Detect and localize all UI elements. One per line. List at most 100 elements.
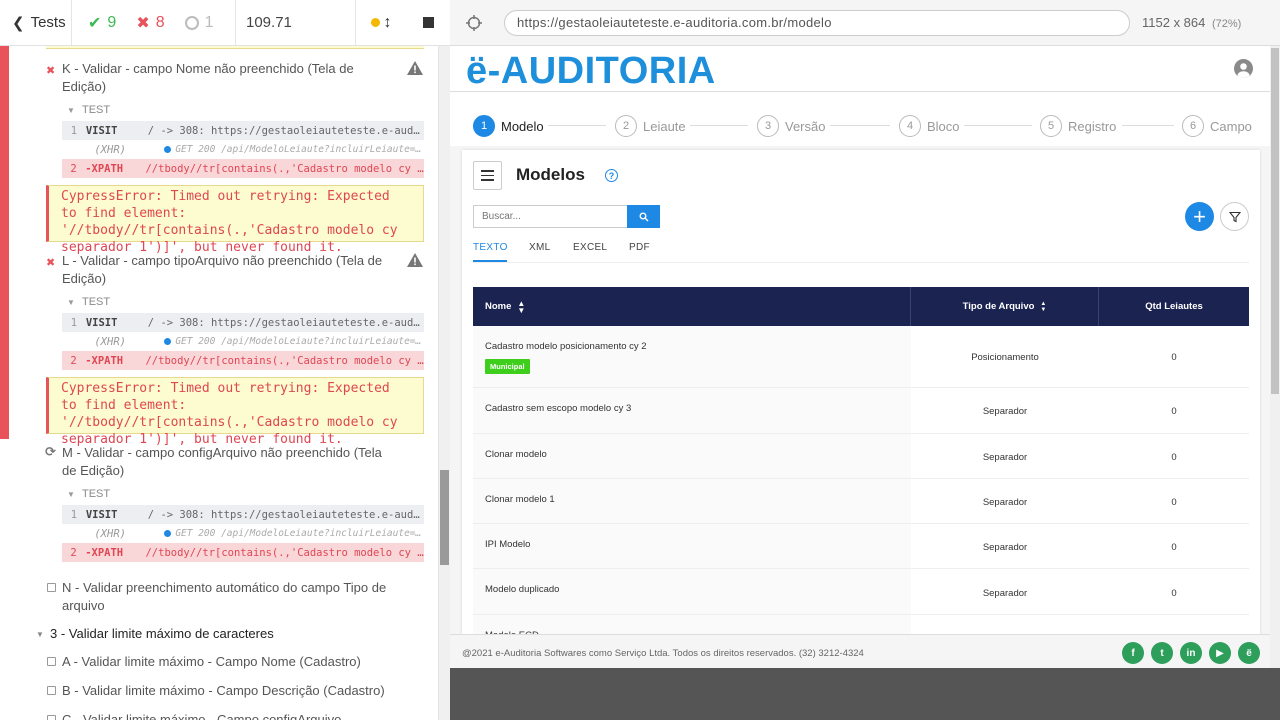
test-label: TEST: [82, 488, 111, 500]
step-connector: [548, 125, 606, 126]
caret-down-icon[interactable]: ▼: [67, 490, 75, 499]
tab-pdf[interactable]: PDF: [629, 242, 650, 253]
twitter-icon[interactable]: t: [1151, 642, 1173, 664]
step-bloco[interactable]: 4 Bloco: [899, 115, 960, 137]
filter-button[interactable]: [1220, 202, 1249, 231]
command-xpath[interactable]: 2 -XPATH //tbody//tr[contains(.,'Cadastr…: [62, 159, 424, 178]
step-leiaute[interactable]: 2 Leiaute: [615, 115, 686, 137]
xhr-dot-icon: [164, 146, 172, 153]
cell-tipo: Separador: [982, 497, 1028, 508]
command-name: VISIT: [85, 316, 118, 329]
step-label: Versão: [785, 118, 826, 134]
command-message: //tbody//tr[contains(.,'Cadastro modelo …: [145, 546, 424, 559]
help-icon[interactable]: ?: [605, 169, 618, 182]
column-header-tipo[interactable]: Tipo de Arquivo ▲ ▼: [911, 287, 1099, 326]
suite-fail-indicator: [0, 46, 9, 439]
error-message[interactable]: CypressError: Timed out retrying: Expect…: [46, 377, 424, 447]
command-xhr[interactable]: (XHR) GET 200 /api/ModeloLeiaute?incluir…: [62, 140, 424, 159]
reporter-panel: ✖ K - Validar - campo Nome não preenchid…: [0, 46, 450, 720]
table-header: Nome ▲ ▼ Tipo de Arquivo ▲ ▼ Qtd Leiautes: [473, 287, 1249, 326]
command-name: -XPATH: [85, 546, 124, 559]
user-icon[interactable]: [1234, 59, 1253, 78]
viewport-dimensions: 1152 x 864: [1142, 15, 1206, 30]
tab-xml[interactable]: XML: [529, 242, 550, 253]
youtube-icon[interactable]: ▶: [1209, 642, 1231, 664]
fail-x-icon: ✖: [46, 65, 56, 77]
command-xpath[interactable]: 2 -XPATH //tbody//tr[contains(.,'Cadastr…: [62, 543, 424, 562]
hamburger-icon: [481, 170, 494, 172]
cypress-runner: ❮ Tests ✔ 9 ✖ 8 1 109.71 ↕ https://gesta…: [0, 0, 1280, 720]
menu-button[interactable]: [473, 161, 502, 190]
command-visit[interactable]: 1 VISIT / -> 308: https://gestaoleiautet…: [62, 313, 424, 332]
stop-button[interactable]: [406, 0, 450, 46]
selector-playground-icon[interactable]: [465, 14, 483, 32]
table-row[interactable]: Cadastro modelo posicionamento cy 2 Muni…: [473, 326, 1249, 388]
model-name: IPI Modelo: [485, 539, 531, 550]
error-message[interactable]: CypressError: Timed out retrying: Expect…: [46, 185, 424, 255]
facebook-icon[interactable]: f: [1122, 642, 1144, 664]
step-campo[interactable]: 6 Campo: [1182, 115, 1252, 137]
table-row[interactable]: Cadastro sem escopo modelo cy 3 Separado…: [473, 388, 1249, 434]
command-name: (XHR): [94, 527, 126, 540]
command-message: //tbody//tr[contains(.,'Cadastro modelo …: [145, 354, 424, 367]
tab-texto[interactable]: TEXTO: [473, 242, 508, 253]
cell-qtd: 0: [1171, 352, 1177, 363]
linkedin-icon[interactable]: in: [1180, 642, 1202, 664]
table-row[interactable]: Clonar modelo 1 Separador 0: [473, 479, 1249, 524]
filter-icon: [1228, 211, 1241, 222]
caret-down-icon[interactable]: ▼: [36, 630, 44, 639]
command-xhr[interactable]: (XHR) GET 200 /api/ModeloLeiaute?incluir…: [62, 524, 424, 543]
search-input[interactable]: [473, 205, 628, 228]
column-header-qtd[interactable]: Qtd Leiautes: [1099, 287, 1249, 326]
test-title-m[interactable]: M - Validar - campo configArquivo não pr…: [62, 444, 398, 480]
test-title-l[interactable]: L - Validar - campo tipoArquivo não pree…: [62, 252, 398, 288]
command-xpath[interactable]: 2 -XPATH //tbody//tr[contains(.,'Cadastr…: [62, 351, 424, 370]
warning-icon: [406, 252, 424, 268]
command-message: / -> 308: https://gestaoleiauteteste.e-a…: [147, 508, 424, 521]
cell-nome: Cadastro modelo posicionamento cy 2 Muni…: [473, 326, 911, 387]
sort-icon: ▲ ▼: [517, 298, 526, 315]
step-modelo[interactable]: 1 Modelo: [473, 115, 544, 137]
reporter-scrollbar[interactable]: [438, 46, 450, 720]
tests-label: Tests: [30, 14, 66, 31]
cell-nome: IPI Modelo: [473, 524, 911, 568]
test-title-n[interactable]: N - Validar preenchimento automático do …: [62, 579, 402, 615]
viewport-size: 1152 x 864 (72%): [1142, 15, 1241, 30]
step-versao[interactable]: 3 Versão: [757, 115, 825, 137]
caret-down-icon[interactable]: ▼: [67, 106, 75, 115]
url-bar[interactable]: https://gestaoleiauteteste.e-auditoria.c…: [504, 9, 1130, 36]
command-name: (XHR): [94, 335, 126, 348]
suite-title[interactable]: 3 - Validar limite máximo de caracteres: [50, 626, 274, 641]
test-title-b[interactable]: B - Validar limite máximo - Campo Descri…: [62, 682, 402, 700]
reporter-scrollbar-thumb[interactable]: [440, 470, 449, 565]
warning-icon: [406, 60, 424, 76]
tests-nav-button[interactable]: ❮ Tests: [0, 0, 72, 46]
add-button[interactable]: +: [1185, 202, 1214, 231]
test-title-c[interactable]: C - Validar limite máximo - Campo config…: [62, 711, 402, 720]
step-connector: [964, 125, 1032, 126]
tab-excel[interactable]: EXCEL: [573, 242, 607, 253]
command-number: 1: [70, 124, 78, 137]
fail-x-icon: ✖: [46, 257, 56, 269]
caret-down-icon[interactable]: ▼: [67, 298, 75, 307]
test-title-a[interactable]: A - Validar limite máximo - Campo Nome (…: [62, 653, 402, 671]
search-button[interactable]: [627, 205, 660, 228]
app-scrollbar-thumb[interactable]: [1271, 48, 1279, 394]
table-row[interactable]: Clonar modelo Separador 0: [473, 434, 1249, 479]
command-xhr[interactable]: (XHR) GET 200 /api/ModeloLeiaute?incluir…: [62, 332, 424, 351]
test-label: TEST: [82, 296, 111, 308]
running-spinner-icon: ⟳: [45, 444, 56, 459]
step-registro[interactable]: 5 Registro: [1040, 115, 1116, 137]
column-header-nome[interactable]: Nome ▲ ▼: [473, 287, 911, 326]
command-visit[interactable]: 1 VISIT / -> 308: https://gestaoleiautet…: [62, 121, 424, 140]
x-icon: ✖: [136, 14, 150, 32]
table-row[interactable]: Modelo duplicado Separador 0: [473, 569, 1249, 615]
command-visit[interactable]: 1 VISIT / -> 308: https://gestaoleiautet…: [62, 505, 424, 524]
logo[interactable]: ë-AUDITORIA: [466, 50, 716, 93]
e-auditoria-icon[interactable]: ë: [1238, 642, 1260, 664]
auto-scroll-toggle[interactable]: ↕: [356, 0, 406, 46]
aut-background: [450, 668, 1280, 720]
step-number: 5: [1040, 115, 1062, 137]
test-title-k[interactable]: K - Validar - campo Nome não preenchido …: [62, 60, 398, 96]
table-row[interactable]: IPI Modelo Separador 0: [473, 524, 1249, 569]
